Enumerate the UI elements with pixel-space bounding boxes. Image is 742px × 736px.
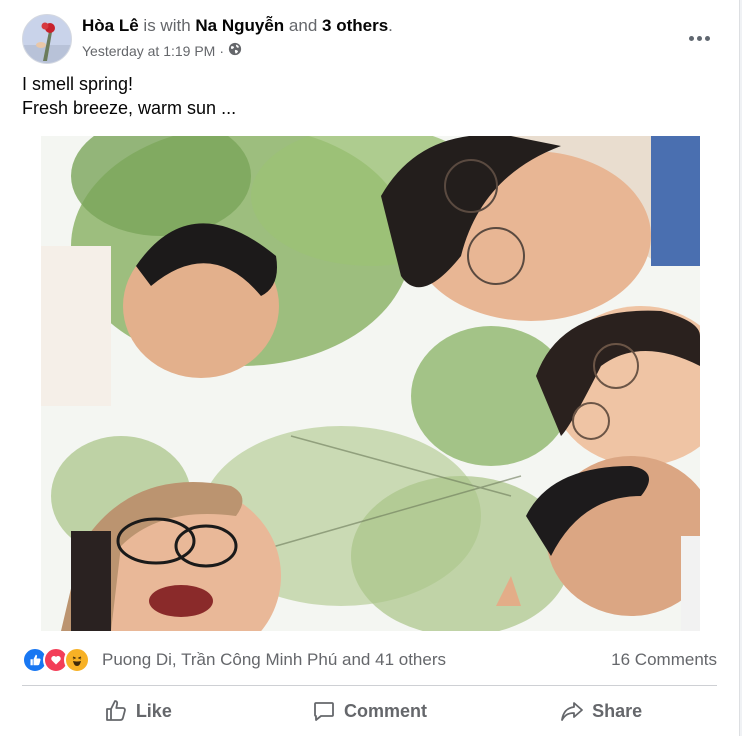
group-selfie-image	[41, 136, 700, 631]
post-stats: Puong Di, Trần Công Minh Phú and 41 othe…	[22, 644, 717, 674]
post-photo[interactable]	[41, 136, 700, 631]
thumbs-up-icon	[104, 699, 128, 723]
period: .	[388, 16, 393, 35]
meta-separator: ·	[219, 42, 225, 59]
share-label: Share	[592, 700, 643, 721]
and-text: and	[288, 16, 318, 35]
more-dot	[696, 35, 702, 41]
reaction-icons[interactable]	[22, 647, 90, 673]
post-header: Hòa Lê is with Na Nguyễn and 3 others. Y…	[22, 14, 717, 66]
timestamp[interactable]: Yesterday at 1:19 PM	[82, 43, 215, 59]
comment-label: Comment	[344, 700, 428, 721]
tagged-person[interactable]: Na Nguyễn	[195, 16, 284, 35]
post-card: Hòa Lê is with Na Nguyễn and 3 others. Y…	[0, 0, 740, 736]
reaction-names[interactable]: Puong Di, Trần Công Minh Phú and 41 othe…	[102, 650, 446, 670]
haha-icon	[64, 647, 90, 673]
tagged-others[interactable]: 3 others	[322, 16, 388, 35]
share-arrow-icon	[560, 699, 584, 723]
divider	[22, 685, 717, 686]
post-actions: Like Comment Share	[22, 690, 717, 732]
globe-icon[interactable]	[228, 42, 242, 59]
avatar[interactable]	[22, 14, 72, 64]
more-dot	[688, 35, 694, 41]
more-options-button[interactable]	[681, 24, 717, 52]
like-button[interactable]: Like	[22, 690, 254, 732]
post-author-line: Hòa Lê is with Na Nguyễn and 3 others.	[82, 16, 393, 36]
comment-button[interactable]: Comment	[254, 690, 486, 732]
like-label: Like	[135, 700, 172, 721]
share-button[interactable]: Share	[485, 690, 717, 732]
comment-bubble-icon	[312, 699, 336, 723]
post-text: I smell spring! Fresh breeze, warm sun .…	[22, 72, 236, 120]
with-text: is with	[143, 16, 191, 35]
post-meta: Yesterday at 1:19 PM ·	[82, 42, 242, 59]
comments-count-link[interactable]: 16 Comments	[611, 650, 717, 670]
post-text-line: Fresh breeze, warm sun ...	[22, 98, 237, 118]
more-dot	[704, 35, 710, 41]
post-text-line: I smell spring!	[22, 74, 134, 94]
author-name[interactable]: Hòa Lê	[82, 16, 139, 35]
